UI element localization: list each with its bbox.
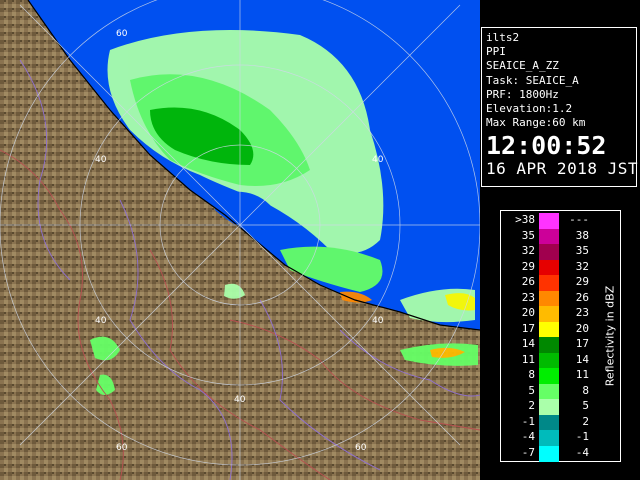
- legend-row: -7 -4: [501, 445, 601, 462]
- legend-swatch: [539, 368, 559, 385]
- legend-row: -1 2: [501, 414, 601, 431]
- legend-title: Reflectivity in dBZ: [603, 285, 617, 387]
- legend-swatch: [539, 228, 559, 245]
- legend-swatch: [539, 337, 559, 354]
- legend-low-value: 17: [521, 321, 535, 335]
- legend-high-value: 26: [575, 290, 589, 304]
- legend-low-value: 14: [521, 337, 535, 350]
- radar-map: 60 40 40 40 40 40 60 60: [0, 0, 480, 480]
- max-range-value: Max Range:60 km: [486, 116, 586, 130]
- prf-value: PRF: 1800Hz: [486, 87, 559, 101]
- ring-label: 40: [234, 395, 246, 405]
- legend-high-value: 38: [575, 228, 589, 242]
- ring-label: 40: [372, 155, 384, 165]
- ring-label: 40: [372, 316, 384, 326]
- legend-row: 35 38: [501, 228, 601, 245]
- legend-high-value: 14: [575, 352, 589, 366]
- legend-high-value: 35: [575, 244, 589, 257]
- legend-swatch: [539, 399, 559, 416]
- legend-high-value: 20: [575, 321, 589, 335]
- legend-low-value: 35: [521, 228, 535, 242]
- legend-high-value: 32: [575, 259, 589, 273]
- legend-row: 29 32: [501, 259, 601, 276]
- legend-low-value: 5: [528, 383, 535, 397]
- legend-row: 8 11: [501, 368, 601, 385]
- scan-date: 16 APR 2018 JST: [486, 159, 638, 179]
- product-name: SEAICE_A_ZZ: [486, 59, 559, 73]
- legend-row: 58: [501, 383, 601, 400]
- legend-title-box: Reflectivity in dBZ: [601, 211, 619, 461]
- legend-swatch: [539, 321, 559, 338]
- legend-swatch: [539, 290, 559, 307]
- legend-swatch: [539, 352, 559, 369]
- station-name: ilts2: [486, 31, 520, 44]
- ring-label: 60: [116, 29, 128, 39]
- legend-row: -4 -1: [501, 430, 601, 447]
- legend-low-value: 11: [521, 352, 535, 366]
- legend-swatch: [539, 445, 559, 462]
- legend-low-value: 32: [521, 244, 535, 257]
- legend-row: 17 20: [501, 321, 601, 338]
- legend-row: 32 35: [501, 244, 601, 261]
- legend-row: 11 14: [501, 352, 601, 369]
- legend-swatch: [539, 275, 559, 292]
- legend-swatch: [539, 430, 559, 447]
- legend-row: 25: [501, 399, 601, 416]
- legend-high-value: 23: [575, 306, 589, 319]
- legend-low-value: -1: [521, 414, 535, 428]
- ring-label: 40: [95, 316, 107, 326]
- legend-swatch: [539, 244, 559, 261]
- legend-low-value: 23: [521, 290, 535, 304]
- elevation-value: Elevation:1.2: [486, 102, 573, 116]
- info-panel: ilts2 PPI SEAICE_A_ZZ Task: SEAICE_A PRF…: [481, 27, 638, 187]
- legend-low-value: -7: [521, 445, 535, 459]
- legend-high-value: 29: [575, 275, 589, 288]
- scan-time: 12:00:52: [486, 131, 607, 161]
- legend-low-value: 2: [528, 399, 535, 412]
- legend-swatch: [539, 383, 559, 400]
- legend-low-value: 29: [521, 259, 535, 273]
- legend-row: >38 ---: [501, 213, 601, 230]
- legend-low-value: >38: [515, 213, 535, 226]
- scan-mode: PPI: [486, 45, 506, 59]
- legend-high-value: ---: [569, 213, 589, 226]
- legend-swatch: [539, 306, 559, 323]
- legend-swatch: [539, 414, 559, 431]
- legend-high-value: 2: [582, 414, 589, 428]
- legend-low-value: 26: [521, 275, 535, 288]
- legend-row: 26 29: [501, 275, 601, 292]
- ring-label: 60: [355, 443, 367, 453]
- legend-high-value: -1: [575, 430, 589, 443]
- color-legend: >38 --- 35 38 32 35 29 32 26 29 23 26 20 23 17 20 14 17 11…: [500, 210, 621, 462]
- legend-high-value: 5: [582, 399, 589, 412]
- legend-high-value: 8: [582, 383, 589, 397]
- ring-label: 40: [95, 155, 107, 165]
- legend-low-value: 20: [521, 306, 535, 319]
- legend-high-value: -4: [575, 445, 589, 459]
- ring-label: 60: [116, 443, 128, 453]
- legend-row: 14 17: [501, 337, 601, 354]
- task-name: Task: SEAICE_A: [486, 73, 579, 87]
- legend-row: 23 26: [501, 290, 601, 307]
- legend-high-value: 17: [575, 337, 589, 350]
- legend-swatch: [539, 259, 559, 276]
- legend-swatch: [539, 213, 559, 230]
- legend-low-value: 8: [528, 368, 535, 381]
- legend-row: 20 23: [501, 306, 601, 323]
- legend-low-value: -4: [521, 430, 535, 443]
- legend-high-value: 11: [575, 368, 589, 381]
